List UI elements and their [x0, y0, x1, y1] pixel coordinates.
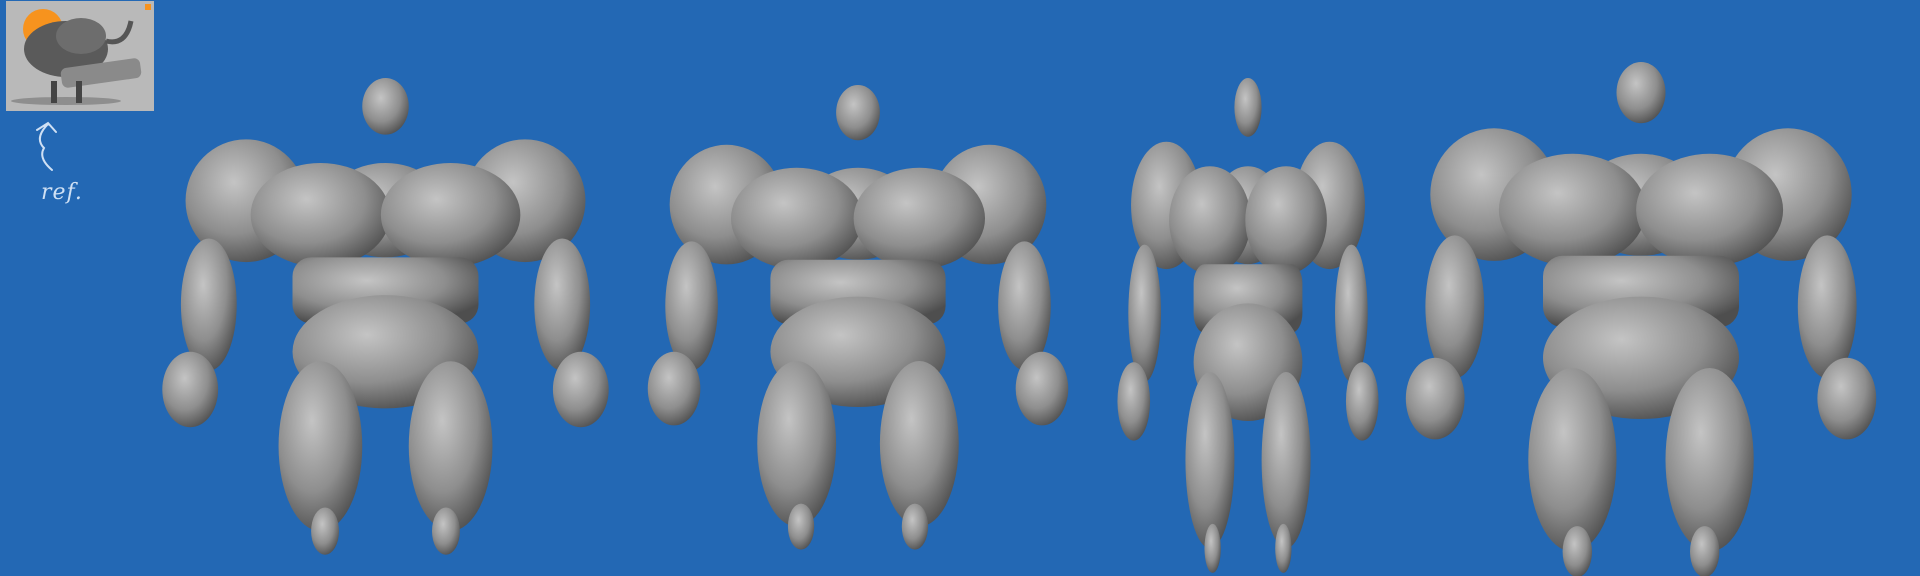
sculpt-body-part	[1128, 244, 1161, 382]
sculpt-mesh	[1117, 78, 1379, 573]
sculpt-mesh	[1405, 62, 1877, 576]
sculpt-body-part	[879, 361, 959, 527]
sculpt-body-part	[552, 351, 609, 428]
sculpt-body-part	[1636, 153, 1784, 266]
sculpt-body-part	[647, 351, 701, 426]
sculpt-view-back	[1396, 62, 1886, 576]
sculpt-body-part	[901, 503, 929, 550]
sculpt-body-part	[998, 241, 1051, 371]
sculpt-body-part	[1425, 235, 1485, 379]
sculpt-body-part	[180, 238, 237, 371]
sculpt-body-part	[1204, 523, 1221, 573]
sculpt-body-part	[730, 167, 863, 269]
sculpt-body-part	[408, 361, 493, 532]
sculpt-body-part	[836, 85, 880, 141]
sculpt-body-part	[432, 507, 460, 555]
sculpt-body-part	[1797, 235, 1857, 379]
sculpt-mesh	[162, 78, 609, 555]
sculpt-body-part	[757, 361, 837, 527]
sculpt-body-part	[1405, 357, 1465, 440]
sculpt-body-part	[250, 162, 391, 267]
reference-robot-sketch	[6, 1, 154, 111]
sculpt-view-front-angled	[639, 85, 1077, 550]
reference-image-thumbnail	[6, 1, 154, 111]
sculpt-body-part	[162, 351, 219, 428]
sculpt-body-part	[1117, 362, 1151, 441]
sculpt-body-part	[1528, 368, 1617, 552]
sculpt-body-part	[1275, 523, 1292, 573]
sculpt-body-part	[1185, 372, 1235, 549]
sculpt-mesh	[647, 85, 1069, 550]
reference-annotation-label: ref.	[41, 180, 83, 205]
sculpt-body-part	[1234, 78, 1262, 137]
sculpt-body-part	[362, 78, 409, 135]
sculpt-body-part	[1616, 62, 1666, 124]
sculpt-body-part	[1665, 368, 1754, 552]
sculpt-body-part	[278, 361, 363, 532]
sculpt-body-part	[1169, 166, 1251, 274]
sculpt-view-three-quarter	[1112, 78, 1384, 573]
sculpt-body-part	[1498, 153, 1646, 266]
sculpt-body-part	[1562, 526, 1592, 576]
sculpt-view-front	[153, 78, 618, 555]
sculpt-body-part	[1817, 357, 1877, 440]
sculpt-body-part	[1261, 372, 1311, 549]
sculpt-body-part	[853, 167, 986, 269]
sculpt-body-part	[534, 238, 591, 371]
sculpt-body-part	[787, 503, 815, 550]
sculpt-body-part	[311, 507, 339, 555]
sculpt-body-part	[380, 162, 521, 267]
sculpt-body-part	[1335, 244, 1368, 382]
sculpt-body-part	[1345, 362, 1379, 441]
sculpt-body-part	[1245, 166, 1327, 274]
sculpt-body-part	[1015, 351, 1069, 426]
sculpt-body-part	[665, 241, 718, 371]
sculpt-body-part	[1690, 526, 1720, 576]
